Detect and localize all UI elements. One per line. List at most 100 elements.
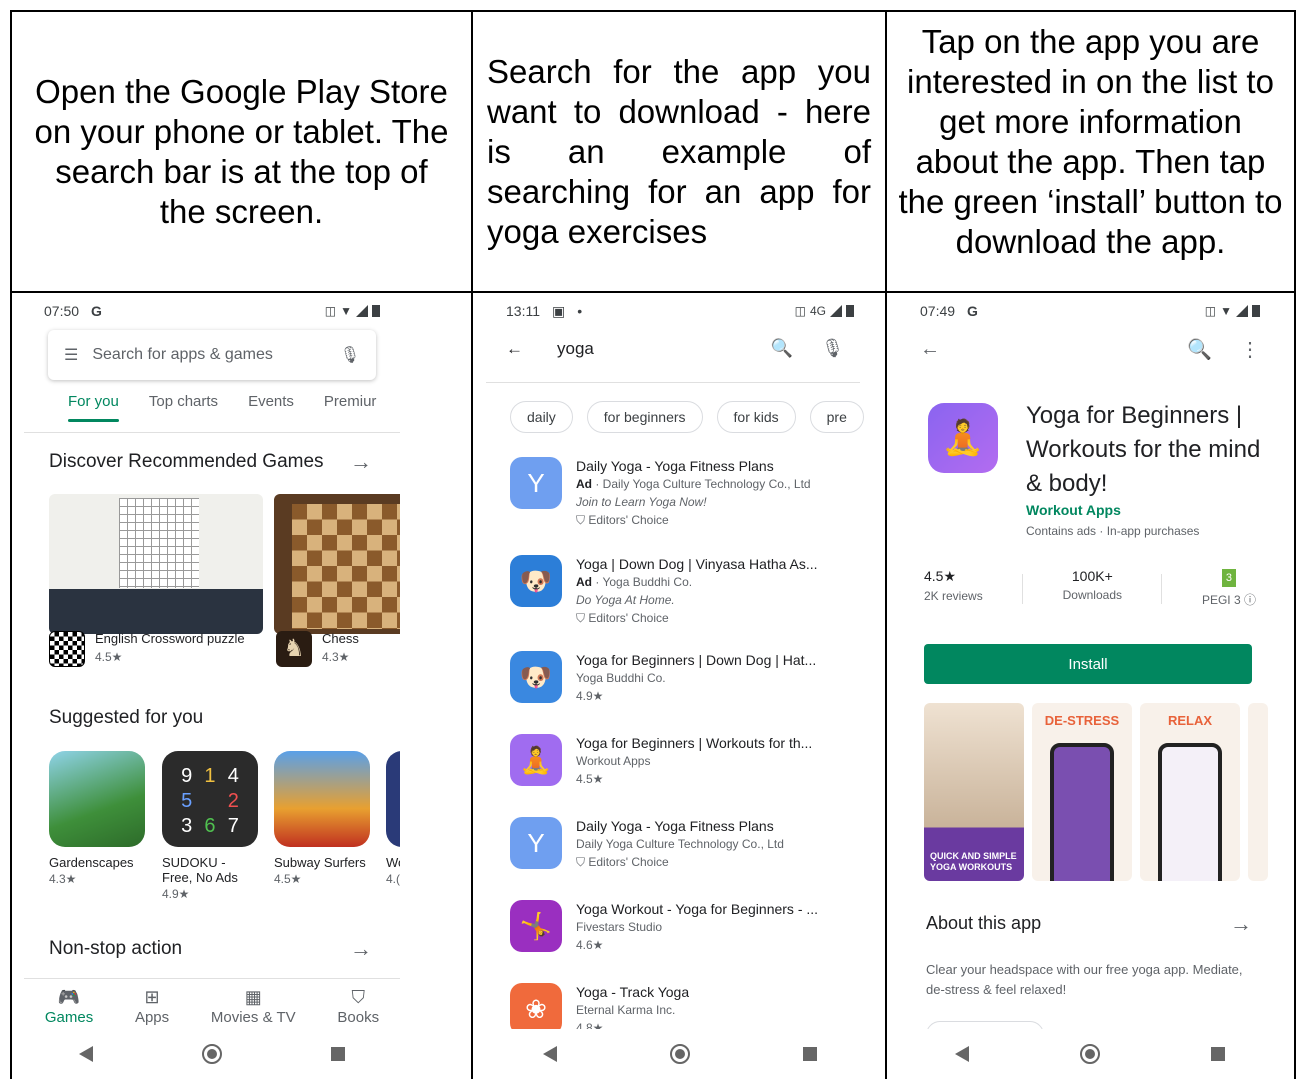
sudoku-digit: 5 [181,790,193,812]
chess-banner[interactable] [274,494,400,634]
sudoku-digit: 9 [181,765,193,787]
result-rating: 4.9★ [576,689,604,703]
instruction-cell-1: Open the Google Play Store on your phone… [12,12,471,291]
developer-name: Daily Yoga Culture Technology Co., Ltd [602,477,811,491]
tab-for-you[interactable]: For you [68,393,119,422]
instruction-cell-3: Tap on the app you are interested in on … [887,12,1294,291]
arrow-right-icon[interactable]: → [350,449,372,475]
menu-icon[interactable]: ☰ [64,345,78,365]
instruction-text: Open the Google Play Store on your phone… [34,72,449,230]
crossword-icon [49,631,85,667]
search-bar[interactable]: ☰ Search for apps & games 🎙 [48,330,376,380]
signal-icon [1236,305,1248,317]
badge-icon: ⛉ [576,513,586,527]
back-icon[interactable] [78,1046,93,1062]
home-icon[interactable] [669,1044,690,1064]
home-icon[interactable] [201,1044,222,1064]
recents-icon[interactable] [803,1047,818,1061]
network-type: 4G [809,304,826,318]
tab-bar: For you Top charts Events Premiur [24,393,400,422]
chip-daily[interactable]: daily [510,401,573,433]
more-options-icon[interactable]: ⋮ [1240,337,1260,362]
game-rating: 4.3★ [322,650,350,664]
arrow-right-icon[interactable]: → [350,936,372,962]
battery-icon [846,305,854,317]
meditation-icon: 🧘 [510,734,562,786]
app-toolbar: ← 🔍 ⋮ [920,337,1260,362]
app-card-gardenscapes[interactable]: Gardenscapes 4.3★ [49,751,145,886]
screenshot-carousel[interactable]: QUICK AND SIMPLE YOGA WORKOUTS DE-STRESS… [924,703,1268,881]
back-icon[interactable] [955,1046,970,1062]
tab-divider [24,432,400,433]
recents-icon[interactable] [331,1047,346,1061]
search-result[interactable]: Y Daily Yoga - Yoga Fitness Plans Ad · D… [510,457,860,529]
battery-icon [372,305,380,317]
android-nav-bar [900,1029,1280,1079]
search-query[interactable]: yoga [557,339,594,359]
arrow-right-icon[interactable]: → [1230,911,1252,937]
chip-partial[interactable]: pre [809,401,864,433]
back-arrow-icon[interactable]: ← [920,338,940,361]
screenshot[interactable]: QUICK AND SIMPLE YOGA WORKOUTS [924,703,1024,881]
search-bar[interactable]: ← yoga 🔍 🎙 [506,338,844,359]
chip-for-kids[interactable]: for kids [716,401,796,433]
app-card-partial[interactable]: Wo Fr 4.( [386,751,400,886]
app-name: Subway Surfers [274,855,366,870]
chip-for-beginners[interactable]: for beginners [586,401,703,433]
app-card-subway-surfers[interactable]: Subway Surfers 4.5★ [274,751,370,886]
app-rating: 4.9★ [162,887,190,901]
sudoku-digit: 7 [227,815,239,837]
gamepad-icon: 🎮 [57,987,81,1007]
back-arrow-icon[interactable]: ← [506,339,523,359]
stat-divider [1022,574,1024,604]
dot-icon: • [577,303,583,319]
status-time: 07:49 [920,303,956,319]
game-item-crossword[interactable]: English Crossword puzzle 4.5★ [49,631,245,667]
pegi-stat[interactable]: 3 PEGI 3 ⓘ [1202,568,1256,608]
badge-text: Editors' Choice [588,513,669,527]
search-result[interactable]: 🧘 Yoga for Beginners | Workouts for th..… [510,734,860,788]
screenshot-caption: QUICK AND SIMPLE YOGA WORKOUTS [930,851,1017,872]
crossword-banner[interactable] [49,494,263,634]
search-result[interactable]: 🐶 Yoga for Beginners | Down Dog | Hat...… [510,651,860,705]
search-result[interactable]: Y Daily Yoga - Yoga Fitness Plans Daily … [510,817,860,871]
instruction-text: Tap on the app you are interested in on … [898,23,1283,260]
battery-icon [1252,305,1260,317]
sudoku-digit: 6 [204,815,216,837]
status-bar: 07:50 G ◫ ▼ [44,301,380,321]
vibrate-icon: ◫ [1204,304,1217,318]
sudoku-digit: 2 [227,790,239,812]
instruction-text: Search for the app you want to download … [487,52,871,250]
pegi-icon: 3 [1221,569,1236,587]
about-title[interactable]: About this app [926,913,1041,934]
back-icon[interactable] [542,1046,557,1062]
badge-icon: ⛉ [576,855,586,869]
search-result[interactable]: 🤸 Yoga Workout - Yoga for Beginners - ..… [510,900,860,954]
rating-stat[interactable]: 4.5★ 2K reviews [924,568,983,608]
status-time: 13:11 [506,303,540,319]
search-icon[interactable]: 🔍 [771,338,793,359]
badge-text: Editors' Choice [588,855,669,869]
mic-icon[interactable]: 🎙 [340,345,360,365]
recents-icon[interactable] [1210,1047,1225,1061]
result-tagline: Join to Learn Yoga Now! [576,495,707,509]
filter-chips: daily for beginners for kids pre [510,401,864,433]
screenshot[interactable]: RELAX [1140,703,1240,881]
down-dog-beginners-icon: 🐶 [510,651,562,703]
screenshot[interactable] [1248,703,1268,881]
home-icon[interactable] [1079,1044,1100,1064]
search-result[interactable]: 🐶 Yoga | Down Dog | Vinyasa Hatha As... … [510,555,860,627]
app-card-sudoku[interactable]: 9 1 4 5 2 3 6 7 SUDOKU - Free, No Ads 4.… [162,751,258,901]
install-button[interactable]: Install [924,644,1252,684]
developer-link[interactable]: Workout Apps [1026,502,1121,518]
nav-label: Apps [134,1009,170,1026]
tab-events[interactable]: Events [248,393,294,410]
game-item-chess[interactable]: ♞ Chess 4.3★ [276,631,359,667]
tab-premium[interactable]: Premiur [324,393,377,410]
search-icon[interactable]: 🔍 [1187,337,1212,362]
tab-top-charts[interactable]: Top charts [149,393,218,410]
screenshot[interactable]: DE-STRESS [1032,703,1132,881]
mic-icon[interactable]: 🎙 [821,338,844,359]
daily-yoga-icon: Y [510,457,562,509]
result-title: Yoga for Beginners | Down Dog | Hat... [576,652,817,668]
